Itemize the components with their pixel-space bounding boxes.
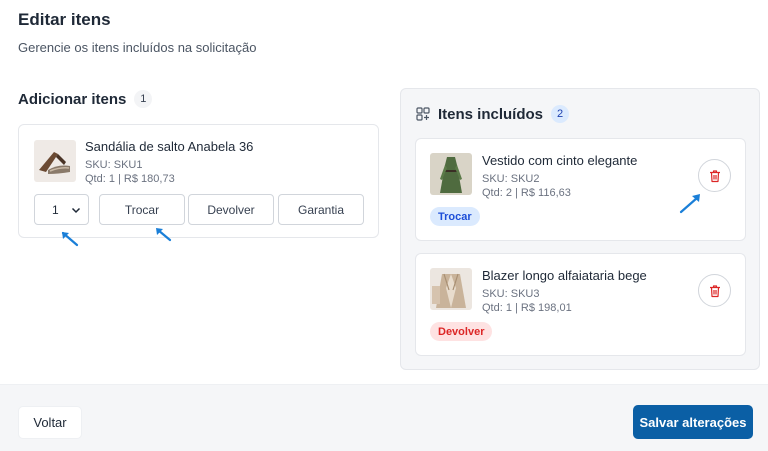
product-info: Sandália de salto Anabela 36 SKU: SKU1 Q… — [85, 139, 253, 186]
included-item-sku: SKU: SKU3 — [482, 288, 540, 300]
add-items-title: Adicionar itens — [18, 90, 127, 108]
included-item-qty-price: Qtd: 2 | R$ 116,63 — [482, 187, 571, 199]
included-item-meta: SKU: SKU3 Qtd: 1 | R$ 198,01 — [482, 287, 647, 315]
add-items-count-badge: 1 — [134, 90, 153, 108]
sandal-icon — [34, 140, 76, 182]
included-item-qty-price: Qtd: 1 | R$ 198,01 — [482, 302, 572, 314]
product-qty-price: Qtd: 1 | R$ 180,73 — [85, 173, 175, 185]
page-subtitle: Gerencie os itens incluídos na solicitaç… — [18, 40, 257, 55]
blazer-icon — [430, 268, 472, 310]
quantity-value: 1 — [52, 202, 59, 217]
grid-plus-icon — [416, 107, 430, 121]
included-items-panel: Itens incluídos 2 Vestido com cinto eleg… — [400, 88, 760, 370]
remove-item-button[interactable] — [698, 274, 731, 307]
included-items-header: Itens incluídos 2 — [416, 105, 570, 123]
included-item-card: Blazer longo alfaiataria bege SKU: SKU3 … — [415, 253, 746, 356]
page-title: Editar itens — [18, 10, 111, 29]
product-sku: SKU: SKU1 — [85, 159, 143, 171]
annotation-arrow-icon — [61, 231, 79, 247]
garantia-button[interactable]: Garantia — [278, 194, 364, 225]
annotation-arrow-icon — [679, 194, 700, 214]
included-items-title: Itens incluídos — [438, 105, 544, 123]
included-item-info: Blazer longo alfaiataria bege SKU: SKU3 … — [482, 268, 647, 315]
add-items-header: Adicionar itens 1 — [18, 90, 153, 108]
product-card: Sandália de salto Anabela 36 SKU: SKU1 Q… — [18, 124, 379, 238]
dress-icon — [430, 153, 472, 195]
footer-bar: Voltar Salvar alterações — [0, 384, 768, 451]
included-item-info: Vestido com cinto elegante SKU: SKU2 Qtd… — [482, 153, 637, 200]
included-item-name: Vestido com cinto elegante — [482, 153, 638, 168]
back-button[interactable]: Voltar — [18, 406, 82, 439]
trash-icon — [709, 169, 720, 182]
annotation-arrow-icon — [156, 228, 172, 242]
trash-icon — [709, 284, 720, 297]
included-items-count-badge: 2 — [551, 105, 570, 123]
trocar-button[interactable]: Trocar — [99, 194, 185, 225]
devolver-button[interactable]: Devolver — [188, 194, 274, 225]
devolver-tag: Devolver — [430, 322, 493, 341]
page-header: Editar itens Gerencie os itens incluídos… — [18, 10, 256, 55]
product-meta: SKU: SKU1 Qtd: 1 | R$ 180,73 — [85, 158, 253, 186]
chevron-down-icon — [71, 207, 81, 213]
trocar-tag: Trocar — [430, 207, 480, 226]
included-item-meta: SKU: SKU2 Qtd: 2 | R$ 116,63 — [482, 172, 637, 200]
save-button[interactable]: Salvar alterações — [633, 405, 753, 439]
included-item-sku: SKU: SKU2 — [482, 173, 540, 185]
quantity-select[interactable]: 1 — [34, 194, 89, 225]
product-name: Sandália de salto Anabela 36 — [85, 139, 254, 154]
included-item-name: Blazer longo alfaiataria bege — [482, 268, 647, 283]
remove-item-button[interactable] — [698, 159, 731, 192]
